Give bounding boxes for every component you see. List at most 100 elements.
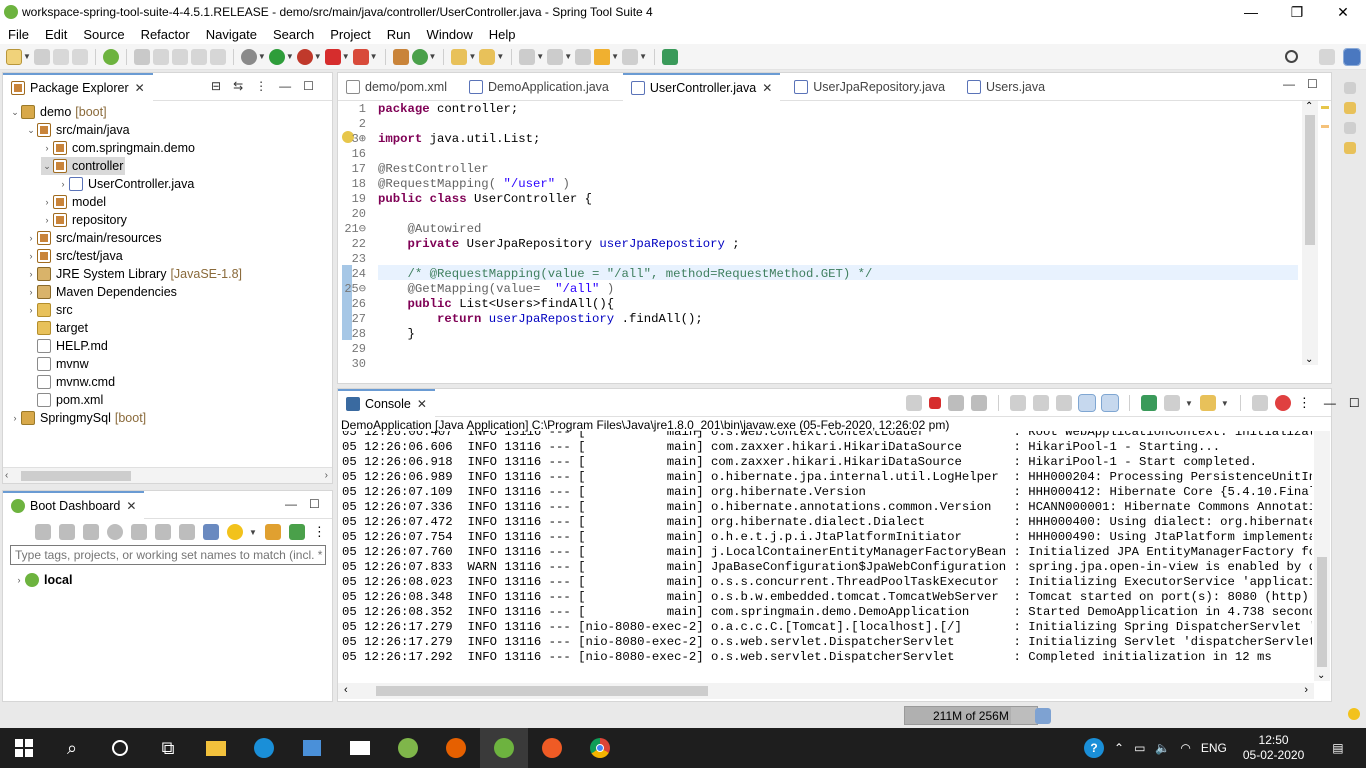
collapse-arrow-icon[interactable]: ⌄ <box>41 161 53 172</box>
chevron-down-icon[interactable]: ▼ <box>370 52 378 61</box>
chevron-down-icon[interactable]: ▼ <box>468 52 476 61</box>
chevron-down-icon[interactable]: ▼ <box>564 52 572 61</box>
close-icon[interactable]: ✕ <box>417 397 427 411</box>
task-view-icon[interactable]: ⧉ <box>144 728 192 768</box>
chevron-down-icon[interactable]: ▼ <box>258 52 266 61</box>
menu-project[interactable]: Project <box>322 27 378 42</box>
maximize-view-icon[interactable]: ☐ <box>1307 77 1318 91</box>
tree-item[interactable]: › model <box>41 193 106 211</box>
windows-start-icon[interactable] <box>0 728 48 768</box>
editor-tab[interactable]: DemoApplication.java <box>461 73 617 101</box>
garbage-collect-icon[interactable] <box>1035 708 1051 724</box>
scroll-lock-icon[interactable] <box>1033 395 1049 411</box>
editor-tab[interactable]: demo/pom.xml <box>338 73 455 101</box>
new-java-class-icon[interactable] <box>411 48 428 65</box>
chevron-down-icon[interactable]: ▼ <box>23 52 31 61</box>
expand-arrow-icon[interactable]: › <box>25 269 37 279</box>
save-icon[interactable] <box>33 48 50 65</box>
chrome-icon[interactable] <box>576 728 624 768</box>
expand-arrow-icon[interactable]: › <box>25 233 37 243</box>
file-explorer-icon[interactable] <box>192 728 240 768</box>
chevron-down-icon[interactable]: ▼ <box>1185 399 1193 408</box>
scrollbar-thumb[interactable] <box>21 471 131 481</box>
tab-console[interactable]: Console ✕ <box>338 388 435 417</box>
menu-edit[interactable]: Edit <box>37 27 75 42</box>
mail-icon[interactable] <box>336 728 384 768</box>
scrollbar-thumb[interactable] <box>1305 115 1315 245</box>
chevron-down-icon[interactable]: ▼ <box>1221 399 1229 408</box>
last-edit-location-icon[interactable] <box>575 48 592 65</box>
tree-item[interactable]: target <box>25 319 88 337</box>
scroll-right-icon[interactable]: › <box>325 470 328 481</box>
chevron-down-icon[interactable]: ▼ <box>342 52 350 61</box>
word-wrap-icon[interactable] <box>190 48 207 65</box>
expand-arrow-icon[interactable]: › <box>9 413 21 423</box>
add-icon[interactable] <box>288 524 305 540</box>
terminate-icon[interactable] <box>929 397 941 409</box>
language-indicator[interactable]: ENG <box>1201 741 1227 755</box>
show-on-stderr-icon[interactable] <box>1101 394 1119 412</box>
pin-console-icon[interactable] <box>1141 395 1157 411</box>
minimize-view-icon[interactable]: — <box>285 497 297 511</box>
editor-tab[interactable]: UserJpaRepository.java <box>786 73 953 101</box>
menu-window[interactable]: Window <box>419 27 481 42</box>
local-target-row[interactable]: › local <box>13 571 73 589</box>
expand-arrow-icon[interactable]: › <box>25 251 37 261</box>
wifi-icon[interactable]: ◠ <box>1180 741 1190 755</box>
minimize-view-icon[interactable]: — <box>279 79 291 93</box>
light-bulb-icon[interactable] <box>227 524 243 540</box>
tree-item[interactable]: ⌄ src/main/java <box>25 121 130 139</box>
show-on-stdout-icon[interactable] <box>1078 394 1096 412</box>
new-icon[interactable] <box>6 48 22 65</box>
collapse-arrow-icon[interactable]: ⌄ <box>9 107 21 118</box>
scroll-down-icon[interactable]: ⌄ <box>1305 354 1313 365</box>
tree-item[interactable]: ⌄ demo [boot] <box>9 103 107 121</box>
tree-item[interactable]: › src <box>25 301 73 319</box>
copy-icon[interactable] <box>1251 395 1268 411</box>
tree-item[interactable]: ⌄ controller <box>41 157 126 175</box>
horizontal-scrollbar[interactable]: ‹ › <box>338 683 1314 699</box>
menu-refactor[interactable]: Refactor <box>133 27 198 42</box>
view-menu-icon[interactable]: ⋮ <box>1298 395 1311 411</box>
link-icon[interactable] <box>155 524 171 540</box>
show-whitespace-icon[interactable] <box>209 48 226 65</box>
expand-arrow-icon[interactable]: › <box>41 197 53 207</box>
open-perspective-icon[interactable] <box>1319 48 1335 65</box>
task-list-icon[interactable] <box>1344 122 1356 134</box>
open-web-browser-icon[interactable] <box>107 524 123 540</box>
tree-item[interactable]: › JRE System Library [JavaSE-1.8] <box>25 265 242 283</box>
heap-status[interactable]: 211M of 256M <box>904 706 1038 725</box>
expand-arrow-icon[interactable]: › <box>13 575 25 585</box>
volume-icon[interactable]: 🔈 <box>1155 741 1170 755</box>
console-output[interactable]: 05 12:26:06.407 INFO 13116 --- [ main] o… <box>338 431 1312 683</box>
collapse-all-icon[interactable]: ⊟ <box>211 79 221 93</box>
remove-all-terminated-icon[interactable] <box>948 395 964 411</box>
tree-item[interactable]: mvnw <box>25 355 89 373</box>
close-icon[interactable]: ✕ <box>135 81 145 95</box>
vertical-scrollbar[interactable]: ⌄ <box>1314 431 1330 681</box>
minimize-button[interactable]: — <box>1228 0 1274 24</box>
scroll-up-icon[interactable]: ⌃ <box>1305 101 1313 112</box>
microsoft-store-icon[interactable] <box>288 728 336 768</box>
close-button[interactable]: ✕ <box>1320 0 1366 24</box>
scroll-left-icon[interactable]: ‹ <box>344 684 348 696</box>
menu-source[interactable]: Source <box>75 27 132 42</box>
scroll-left-icon[interactable]: ‹ <box>5 470 8 481</box>
tree-item[interactable]: mvnw.cmd <box>25 373 115 391</box>
edge-browser-icon[interactable] <box>240 728 288 768</box>
maximize-view-icon[interactable]: ☐ <box>1349 396 1360 410</box>
menu-navigate[interactable]: Navigate <box>198 27 265 42</box>
tree-item[interactable]: HELP.md <box>25 337 108 355</box>
chevron-down-icon[interactable]: ▼ <box>536 52 544 61</box>
minimize-view-icon[interactable]: — <box>1324 396 1336 410</box>
open-console-icon[interactable] <box>661 48 678 65</box>
spring-boot-icon[interactable] <box>102 48 119 65</box>
menu-search[interactable]: Search <box>265 27 322 42</box>
tree-item[interactable]: pom.xml <box>25 391 103 409</box>
outline-icon[interactable] <box>1344 102 1356 114</box>
tree-item[interactable]: › com.springmain.demo <box>41 139 195 157</box>
firefox-icon[interactable] <box>432 728 480 768</box>
link-with-editor-icon[interactable]: ⇆ <box>233 79 243 93</box>
search-icon[interactable]: ⌕ <box>48 728 96 768</box>
run-icon[interactable] <box>268 48 285 65</box>
